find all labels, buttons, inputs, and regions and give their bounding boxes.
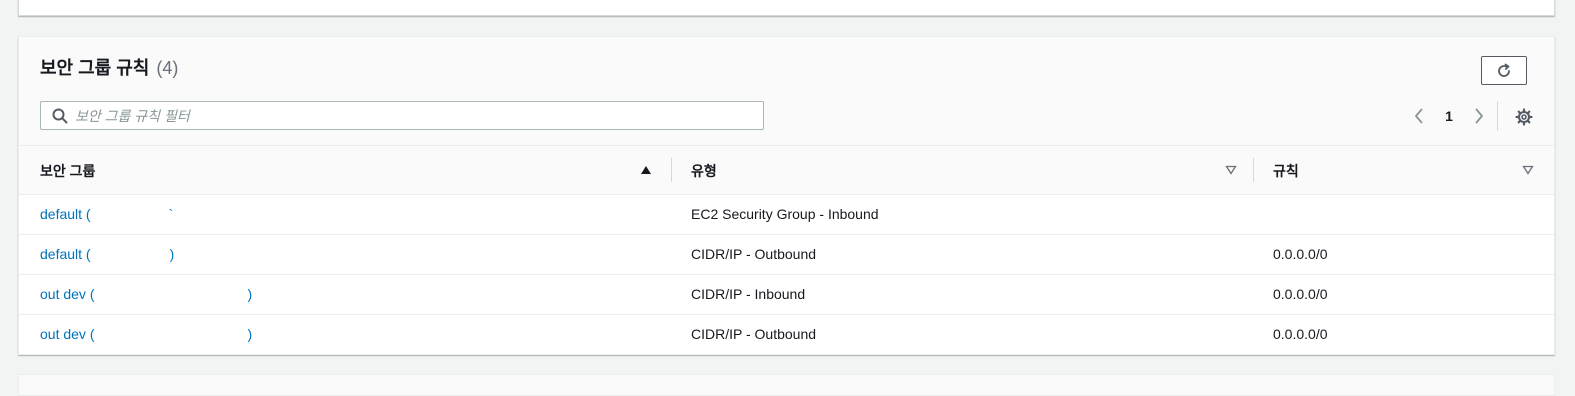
next-page-button[interactable]: [1471, 106, 1487, 126]
table-row: default (` EC2 Security Group - Inbound: [19, 195, 1554, 235]
sort-descending-outline-icon: [1522, 165, 1534, 175]
preferences-button[interactable]: [1513, 106, 1535, 128]
column-header-rule[interactable]: 규칙: [1254, 146, 1554, 194]
table-row: default () CIDR/IP - Outbound 0.0.0.0/0: [19, 235, 1554, 275]
rule-value: 0.0.0.0/0: [1273, 286, 1328, 302]
sort-ascending-icon: [641, 166, 651, 174]
chevron-left-icon: [1415, 108, 1423, 124]
sort-descending-outline-icon: [1225, 165, 1237, 175]
search-icon: [52, 108, 68, 124]
column-label: 유형: [691, 163, 717, 179]
column-header-security-group[interactable]: 보안 그룹: [19, 146, 671, 194]
table-row: out dev () CIDR/IP - Inbound 0.0.0.0/0: [19, 275, 1554, 315]
column-header-type[interactable]: 유형: [672, 146, 1253, 194]
security-group-link[interactable]: default (`: [40, 206, 173, 222]
table-row: out dev () CIDR/IP - Outbound 0.0.0.0/0: [19, 315, 1554, 354]
panel-header: 보안 그룹 규칙 (4) 1: [19, 37, 1554, 146]
security-group-link[interactable]: default (): [40, 246, 174, 262]
rule-count: (4): [156, 58, 179, 78]
previous-page-button[interactable]: [1411, 106, 1427, 126]
rule-type: EC2 Security Group - Inbound: [691, 206, 879, 222]
rule-value: 0.0.0.0/0: [1273, 326, 1328, 342]
table-header: 보안 그룹 유형 규칙: [19, 146, 1554, 195]
search-field[interactable]: [40, 101, 764, 130]
rule-value: 0.0.0.0/0: [1273, 246, 1328, 262]
rule-type: CIDR/IP - Outbound: [691, 326, 817, 342]
rule-type: CIDR/IP - Inbound: [691, 286, 806, 302]
refresh-button[interactable]: [1481, 56, 1527, 85]
panel-title-text: 보안 그룹 규칙: [40, 58, 150, 78]
previous-panel: [18, 0, 1555, 16]
security-group-rules-panel: 보안 그룹 규칙 (4) 1: [18, 36, 1555, 355]
chevron-right-icon: [1475, 108, 1483, 124]
pager-divider: [1497, 101, 1498, 131]
column-label: 규칙: [1273, 163, 1299, 179]
search-input[interactable]: [75, 104, 755, 127]
panel-title: 보안 그룹 규칙 (4): [40, 54, 178, 80]
refresh-icon: [1498, 63, 1510, 77]
security-group-link[interactable]: out dev (): [40, 326, 252, 342]
security-group-link[interactable]: out dev (): [40, 286, 252, 302]
gear-icon: [1515, 108, 1533, 126]
rule-type: CIDR/IP - Outbound: [691, 246, 817, 262]
column-label: 보안 그룹: [40, 163, 96, 179]
next-panel: [18, 374, 1555, 396]
page-number[interactable]: 1: [1439, 106, 1459, 126]
